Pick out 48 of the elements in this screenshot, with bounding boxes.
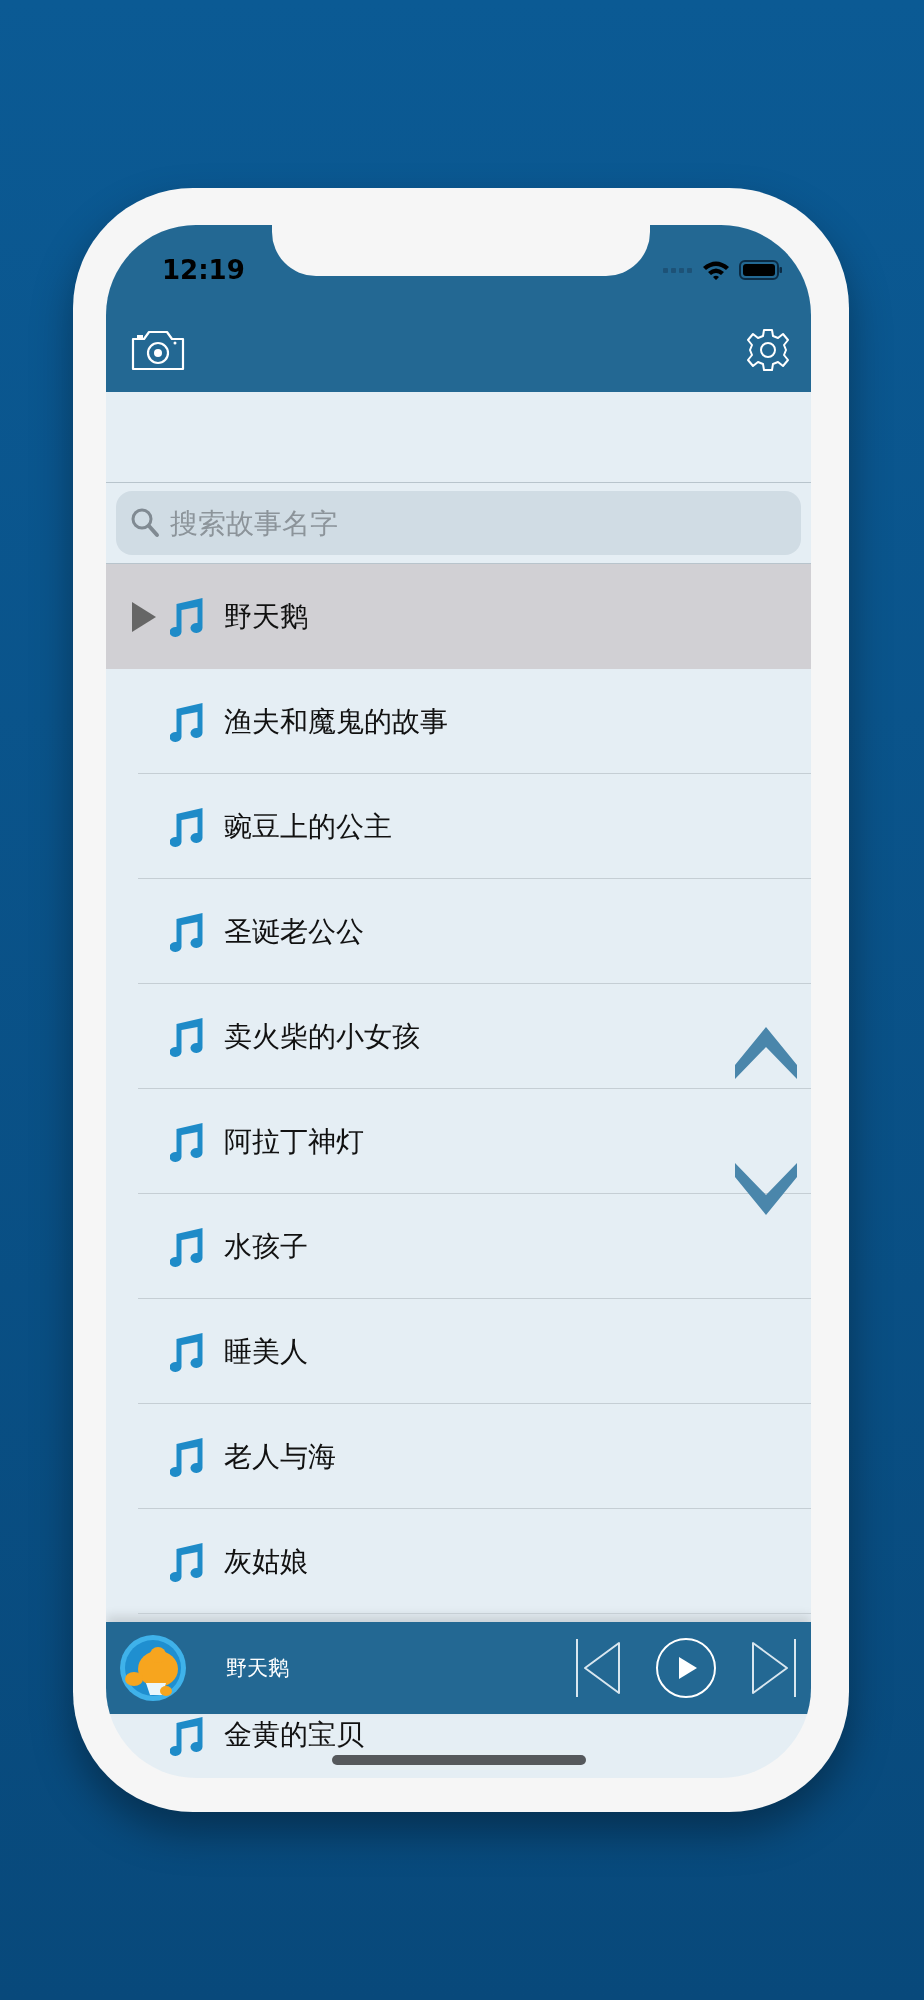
story-item[interactable]: 金黄的宝贝 (106, 1714, 811, 1778)
status-time: 12:19 (162, 255, 245, 285)
story-item[interactable]: 老人与海 (106, 1404, 811, 1509)
music-note-icon (170, 1716, 204, 1756)
story-item[interactable]: 卖火柴的小女孩 (106, 984, 811, 1089)
scroll-down-button[interactable] (735, 1163, 797, 1215)
story-title: 阿拉丁神灯 (224, 1123, 364, 1160)
story-title: 老人与海 (224, 1438, 336, 1475)
story-item[interactable]: 渔夫和魔鬼的故事 (106, 669, 811, 774)
story-title: 圣诞老公公 (224, 913, 364, 950)
previous-button[interactable] (575, 1637, 621, 1699)
story-item[interactable]: 豌豆上的公主 (106, 774, 811, 879)
play-indicator-icon (132, 601, 156, 632)
battery-icon (739, 259, 783, 281)
story-item[interactable]: 野天鹅 (106, 564, 811, 669)
story-item[interactable]: 阿拉丁神灯 (106, 1089, 811, 1194)
story-item[interactable]: 水孩子 (106, 1194, 811, 1299)
scroll-up-button[interactable] (735, 1027, 797, 1079)
story-title: 野天鹅 (224, 598, 308, 635)
story-title: 豌豆上的公主 (224, 808, 392, 845)
wifi-icon (701, 259, 731, 281)
search-icon (130, 507, 160, 539)
search-field[interactable]: 搜索故事名字 (116, 491, 801, 555)
story-title: 金黄的宝贝 (224, 1717, 364, 1753)
settings-button[interactable] (745, 326, 791, 373)
story-title: 睡美人 (224, 1333, 308, 1370)
music-note-icon (170, 1331, 204, 1372)
music-note-icon (170, 1016, 204, 1057)
next-button[interactable] (751, 1637, 797, 1699)
music-note-icon (170, 1121, 204, 1162)
music-note-icon (170, 596, 204, 637)
story-item[interactable]: 圣诞老公公 (106, 879, 811, 984)
story-title: 卖火柴的小女孩 (224, 1018, 420, 1055)
music-note-icon (170, 1226, 204, 1267)
story-item[interactable]: 灰姑娘 (106, 1509, 811, 1614)
now-playing-title: 野天鹅 (226, 1655, 290, 1682)
music-note-icon (170, 1436, 204, 1477)
story-title: 渔夫和魔鬼的故事 (224, 703, 448, 740)
music-note-icon (170, 1541, 204, 1582)
music-note-icon (170, 701, 204, 742)
camera-button[interactable] (130, 328, 186, 371)
signal-icon (663, 266, 693, 274)
story-item[interactable]: 睡美人 (106, 1299, 811, 1404)
story-title: 灰姑娘 (224, 1543, 308, 1580)
story-title: 水孩子 (224, 1228, 308, 1265)
music-note-icon (170, 911, 204, 952)
play-button[interactable] (655, 1637, 717, 1699)
music-note-icon (170, 806, 204, 847)
